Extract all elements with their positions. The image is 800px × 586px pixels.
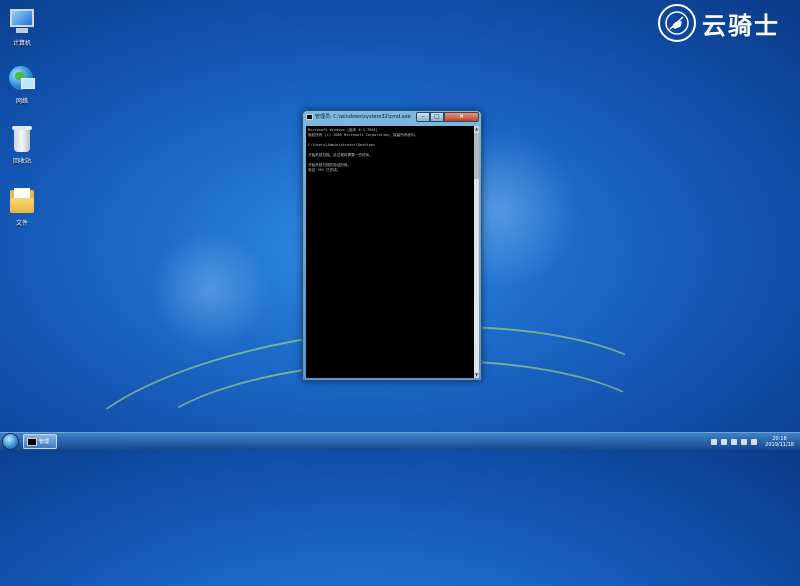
show-hidden-icon[interactable] bbox=[721, 438, 728, 445]
vertical-scrollbar[interactable]: ▲ ▼ bbox=[474, 126, 479, 378]
taskbar-item-label: 管理 bbox=[39, 439, 50, 445]
taskbar-item-cmd[interactable]: 管理 bbox=[23, 434, 57, 449]
folder-icon bbox=[7, 186, 37, 216]
recycle-bin-icon bbox=[7, 124, 37, 154]
system-tray: 20:18 2019/11/18 bbox=[711, 434, 794, 449]
clock-date: 2019/11/18 bbox=[765, 441, 794, 448]
desktop-icon-label: 网络 bbox=[15, 98, 28, 105]
clock[interactable]: 20:18 2019/11/18 bbox=[765, 436, 794, 448]
console-output[interactable]: Microsoft Windows [版本 6.1.7601] 版权所有 (c)… bbox=[306, 126, 474, 378]
knight-logo-icon bbox=[658, 4, 696, 42]
volume-icon[interactable] bbox=[751, 438, 758, 445]
flag-icon[interactable] bbox=[731, 438, 738, 445]
cmd-window[interactable]: 管理员: C:\windows\system32\cmd.exe – □ × M… bbox=[302, 110, 482, 381]
desktop-icon-folder[interactable]: 文件 bbox=[2, 186, 42, 227]
minimize-button[interactable]: – bbox=[416, 112, 430, 122]
network-icon bbox=[7, 64, 37, 94]
logo-text: 云骑士 bbox=[702, 11, 780, 40]
maximize-button[interactable]: □ bbox=[430, 112, 444, 122]
start-button[interactable] bbox=[2, 433, 19, 450]
close-button[interactable]: × bbox=[444, 112, 479, 122]
desktop-icon-network[interactable]: 网络 bbox=[2, 64, 42, 105]
desktop-icon-label: 文件 bbox=[15, 220, 28, 227]
scroll-down-icon[interactable]: ▼ bbox=[474, 372, 479, 378]
desktop-icon-computer[interactable]: 计算机 bbox=[2, 6, 42, 47]
desktop-icon-label: 回收站 bbox=[12, 158, 31, 165]
computer-icon bbox=[7, 6, 37, 36]
brand-logo: 云骑士 bbox=[658, 4, 780, 42]
desktop-icon-label: 计算机 bbox=[12, 40, 31, 47]
scroll-up-icon[interactable]: ▲ bbox=[474, 126, 479, 132]
console-line: 验证 76% 已完成。 bbox=[308, 168, 341, 172]
window-titlebar[interactable]: 管理员: C:\windows\system32\cmd.exe – □ × bbox=[303, 111, 481, 125]
scrollbar-thumb[interactable] bbox=[474, 133, 479, 179]
wallpaper-glow bbox=[150, 230, 270, 350]
window-title: 管理员: C:\windows\system32\cmd.exe bbox=[315, 114, 411, 120]
cmd-taskbar-icon bbox=[27, 438, 37, 446]
desktop-icon-recycle-bin[interactable]: 回收站 bbox=[2, 124, 42, 165]
keyboard-icon[interactable] bbox=[711, 438, 718, 445]
network-tray-icon[interactable] bbox=[741, 438, 748, 445]
taskbar: 管理 20:18 2019/11/18 bbox=[0, 432, 800, 450]
cmd-app-icon bbox=[306, 114, 313, 120]
